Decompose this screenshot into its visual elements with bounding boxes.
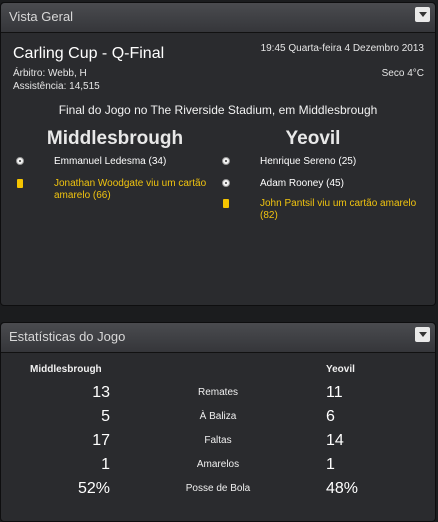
referee-label: Árbitro: Webb, H [13,68,87,79]
stat-row: 13 Remates 11 [0,384,436,406]
stats-collapse-button[interactable] [415,327,430,342]
stat-row: 52% Posse de Bola 48% [0,480,436,502]
overview-header[interactable]: Vista Geral [1,3,435,33]
away-event-goal: Adam Rooney (45) [222,178,422,190]
stats-title: Estatísticas do Jogo [9,329,126,344]
stat-home-value: 1 [101,456,110,473]
ball-icon [16,157,24,165]
stat-label: Amarelos [196,459,240,470]
event-text[interactable]: Emmanuel Ledesma (34) [54,156,214,168]
away-event-card: John Pantsil viu um cartão amarelo (82) [222,198,422,222]
stat-home-value: 13 [92,384,110,401]
stat-row: 17 Faltas 14 [0,432,436,454]
stats-away-team: Yeovil [326,364,355,375]
stat-row: 5 À Baliza 6 [0,408,436,430]
away-team-name[interactable]: Yeovil [218,128,408,150]
stat-label: Remates [197,387,238,398]
event-text[interactable]: Adam Rooney (45) [260,178,420,190]
home-event-goal: Emmanuel Ledesma (34) [16,156,216,168]
stat-away-value: 6 [326,408,335,425]
stat-label: Posse de Bola [185,483,251,494]
stat-label: Faltas [204,435,232,446]
yellow-card-icon [17,179,23,188]
stat-away-value: 14 [326,432,344,449]
stat-row: 1 Amarelos 1 [0,456,436,478]
stat-home-value: 17 [92,432,110,449]
stat-away-value: 48% [326,480,359,497]
stat-away-value: 11 [326,384,343,401]
chevron-down-icon [419,332,427,337]
stat-away-value: 1 [326,456,335,473]
event-text[interactable]: Henrique Sereno (25) [260,156,420,168]
chevron-down-icon [419,12,427,17]
stat-label: À Baliza [199,411,237,422]
home-team-name[interactable]: Middlesbrough [20,128,210,150]
weather-label: Seco 4°C [381,68,424,79]
event-text[interactable]: John Pantsil viu um cartão amarelo (82) [260,198,420,222]
event-text[interactable]: Jonathan Woodgate viu um cartão amarelo … [54,178,214,202]
away-event-goal: Henrique Sereno (25) [222,156,422,168]
final-result-line: Final do Jogo no The Riverside Stadium, … [58,103,378,117]
ball-icon [222,157,230,165]
match-datetime: 19:45 Quarta-feira 4 Dezembro 2013 [260,43,424,54]
stats-header[interactable]: Estatísticas do Jogo [1,323,435,353]
yellow-card-icon [223,199,229,208]
stats-home-team: Middlesbrough [30,364,102,375]
ball-icon [222,179,230,187]
home-event-card: Jonathan Woodgate viu um cartão amarelo … [16,178,216,202]
overview-title: Vista Geral [9,9,74,24]
overview-collapse-button[interactable] [415,7,430,22]
attendance-label: Assistência: 14,515 [13,81,100,92]
stat-home-value: 52% [77,480,110,497]
competition-title: Carling Cup - Q-Final [13,45,165,62]
stat-home-value: 5 [101,408,110,425]
